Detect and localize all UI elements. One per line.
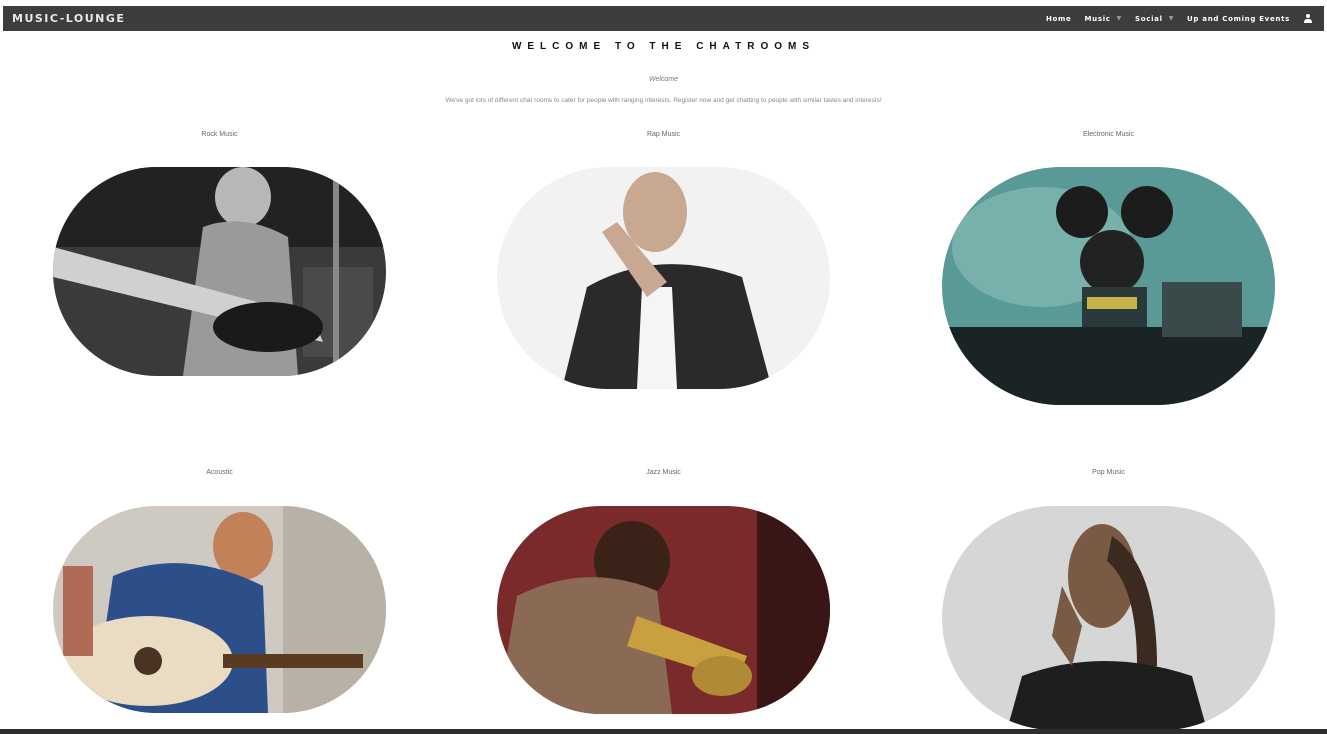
nav-events[interactable]: Up and Coming Events bbox=[1187, 15, 1290, 23]
nav-home[interactable]: Home bbox=[1046, 15, 1072, 23]
chevron-down-icon: ▼ bbox=[1168, 15, 1175, 22]
chevron-down-icon: ▼ bbox=[1116, 15, 1122, 22]
navbar: MUSIC-LOUNGE Home Music ▼ Social ▼ Up and … bbox=[3, 6, 1324, 31]
pop-singer-photo[interactable] bbox=[942, 506, 1275, 730]
nav-events-label: Up and Coming Events bbox=[1187, 14, 1290, 23]
room-title-pop: Pop Music bbox=[1092, 469, 1125, 476]
room-title-rap: Rap Music bbox=[646, 131, 681, 138]
room-title-rock: Rock Music bbox=[201, 131, 238, 138]
intro-text: We've got lots of different chat rooms t… bbox=[445, 97, 882, 104]
jazz-trumpeter-photo[interactable] bbox=[497, 506, 830, 714]
nav-music-dropdown[interactable]: Music ▼ bbox=[1084, 15, 1122, 23]
brand-logo[interactable]: MUSIC-LOUNGE bbox=[12, 12, 125, 25]
room-title-electronic: Electronic Music bbox=[1083, 131, 1134, 138]
user-icon[interactable] bbox=[1304, 14, 1312, 23]
rap-artist-photo[interactable] bbox=[497, 167, 830, 389]
bottom-bar bbox=[0, 729, 1327, 734]
welcome-subtitle: Welcome bbox=[648, 76, 679, 83]
nav-music-label: Music bbox=[1084, 14, 1111, 23]
room-title-jazz: Jazz Music bbox=[646, 469, 681, 476]
acoustic-guitarist-photo[interactable] bbox=[53, 506, 386, 713]
rock-guitarist-photo[interactable] bbox=[53, 167, 386, 376]
room-title-acoustic: Acoustic bbox=[206, 469, 233, 476]
page-title: WELCOME TO THE CHATROOMS bbox=[511, 41, 816, 52]
nav-social-dropdown[interactable]: Social ▼ bbox=[1135, 15, 1174, 23]
nav-social-label: Social bbox=[1134, 14, 1163, 23]
electronic-dj-photo[interactable] bbox=[942, 167, 1275, 405]
nav-menu: Home Music ▼ Social ▼ Up and Coming Events bbox=[1033, 14, 1312, 23]
nav-home-label: Home bbox=[1045, 14, 1072, 23]
